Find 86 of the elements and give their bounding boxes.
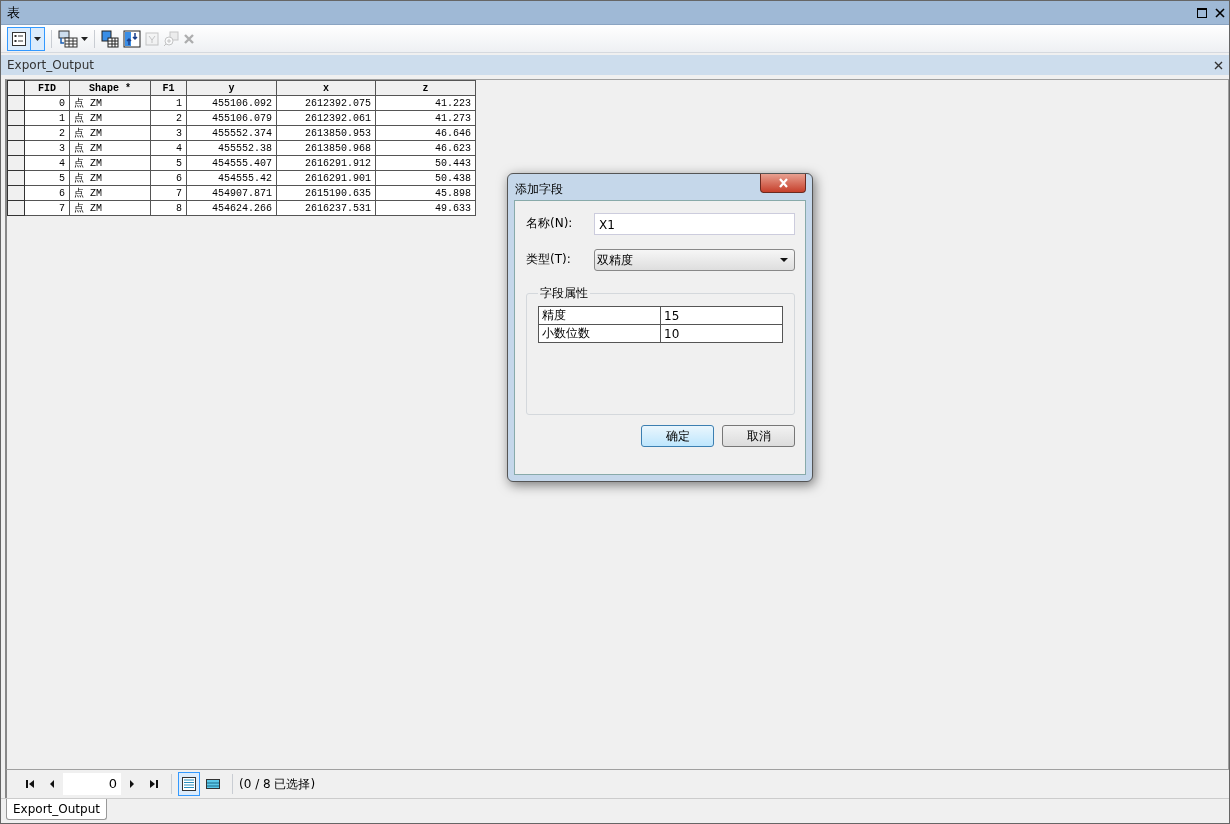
table-cell: 7 xyxy=(24,200,70,216)
table-cell: 50.443 xyxy=(375,155,476,171)
table-cell: 2612392.061 xyxy=(276,110,376,126)
table-cell: 6 xyxy=(150,170,187,186)
dialog-title: 添加字段 xyxy=(515,181,564,198)
table-cell: 50.438 xyxy=(375,170,476,186)
column-header[interactable]: z xyxy=(375,80,476,96)
selection-count: (0 / 8 已选择) xyxy=(239,775,316,793)
column-header[interactable]: x xyxy=(276,80,376,96)
field-label: 类型(T): xyxy=(526,251,572,268)
table-cell: 3 xyxy=(150,125,187,141)
table-cell: 5 xyxy=(24,170,70,186)
table-cell: 点 ZM xyxy=(69,185,151,201)
table-cell: 3 xyxy=(24,140,70,156)
table-cell: 46.646 xyxy=(375,125,476,141)
select-all-corner[interactable] xyxy=(7,80,25,96)
column-header[interactable]: F1 xyxy=(150,80,187,96)
record-number-field[interactable]: 0 xyxy=(63,773,121,795)
maximize-icon[interactable] xyxy=(1197,7,1207,18)
type-dropdown[interactable]: 双精度 xyxy=(594,249,795,271)
table-rows-icon[interactable] xyxy=(205,778,221,790)
table-cell: 454555.42 xyxy=(186,170,277,186)
table-cell: 49.633 xyxy=(375,200,476,216)
table-cell: 2 xyxy=(24,125,70,141)
table-cell: 454555.407 xyxy=(186,155,277,171)
table-cell: 2613850.953 xyxy=(276,125,376,141)
related-tables-icon[interactable] xyxy=(58,29,78,48)
table-cell: 454624.266 xyxy=(186,200,277,216)
close-icon[interactable] xyxy=(1215,7,1225,18)
table-options-icon[interactable] xyxy=(11,30,27,47)
table-cell: 点 ZM xyxy=(69,155,151,171)
close-icon[interactable] xyxy=(1214,60,1223,70)
table-cell: 6 xyxy=(24,185,70,201)
field-label: 名称(N): xyxy=(526,215,574,232)
table-tab-title: Export_Output xyxy=(7,58,95,72)
table-cell: 46.623 xyxy=(375,140,476,156)
table-cell: 1 xyxy=(150,95,187,111)
table-cell: 7 xyxy=(150,185,187,201)
first-record-icon[interactable] xyxy=(25,779,35,789)
column-header[interactable]: FID xyxy=(24,80,70,96)
close-button[interactable] xyxy=(760,174,806,193)
property-value[interactable]: 15 xyxy=(660,306,783,325)
table-cell: 4 xyxy=(24,155,70,171)
table-cell: 2616237.531 xyxy=(276,200,376,216)
caret-icon[interactable] xyxy=(34,36,41,41)
table-options-button[interactable] xyxy=(7,26,45,51)
table-cell: 点 ZM xyxy=(69,140,151,156)
table-cell: 45.898 xyxy=(375,185,476,201)
switch-selection-icon[interactable] xyxy=(123,29,141,48)
table-cell: 点 ZM xyxy=(69,110,151,126)
table-cell: 点 ZM xyxy=(69,125,151,141)
select-by-attributes-icon[interactable] xyxy=(101,29,119,48)
table-cell: 4 xyxy=(150,140,187,156)
table-cell: 455552.374 xyxy=(186,125,277,141)
property-name: 精度 xyxy=(538,306,661,325)
table-cell: 8 xyxy=(150,200,187,216)
table-cell: 点 ZM xyxy=(69,95,151,111)
table-cell: 455106.079 xyxy=(186,110,277,126)
table-cell: 2616291.912 xyxy=(276,155,376,171)
table-cell: 455106.092 xyxy=(186,95,277,111)
table-cell: 454907.871 xyxy=(186,185,277,201)
table-cell: 455552.38 xyxy=(186,140,277,156)
table-tab[interactable]: Export_Output xyxy=(6,799,107,820)
last-record-icon[interactable] xyxy=(149,779,159,789)
table-cell: 2 xyxy=(150,110,187,126)
group-title: 字段属性 xyxy=(539,285,589,302)
next-record-icon[interactable] xyxy=(127,779,137,789)
name-field[interactable]: X1 xyxy=(594,213,795,235)
column-header[interactable]: Shape * xyxy=(69,80,151,96)
table-cell: 2613850.968 xyxy=(276,140,376,156)
caret-icon[interactable] xyxy=(81,36,88,41)
table-cell: 41.223 xyxy=(375,95,476,111)
table-cell: 5 xyxy=(150,155,187,171)
table-cell: 41.273 xyxy=(375,110,476,126)
caret-icon[interactable] xyxy=(780,258,788,262)
table-cell: 点 ZM xyxy=(69,200,151,216)
table-cell: 2616291.901 xyxy=(276,170,376,186)
table-cell: 0 xyxy=(24,95,70,111)
table-cell: 2615190.635 xyxy=(276,185,376,201)
table-cell: 点 ZM xyxy=(69,170,151,186)
cancel-button[interactable]: 取消 xyxy=(722,425,795,447)
table-cell: 1 xyxy=(24,110,70,126)
window-title: 表 xyxy=(7,3,21,22)
table-cell: 2612392.075 xyxy=(276,95,376,111)
ok-button[interactable]: 确定 xyxy=(641,425,714,447)
column-header[interactable]: y xyxy=(186,80,277,96)
